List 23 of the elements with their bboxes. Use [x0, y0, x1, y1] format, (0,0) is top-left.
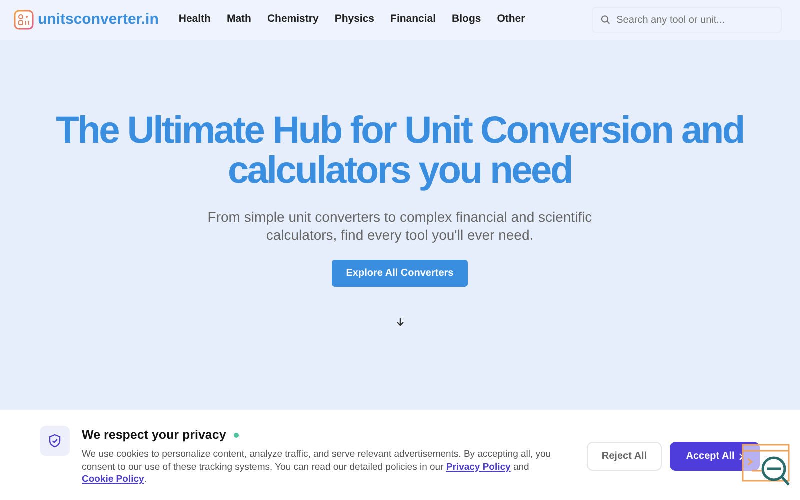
reject-button[interactable]: Reject All [587, 442, 662, 471]
nav-link[interactable]: Other [497, 12, 526, 28]
policy-link[interactable]: Privacy Policy [446, 462, 511, 473]
nav-link[interactable]: Physics [334, 12, 375, 28]
nav-link[interactable]: Math [226, 12, 252, 28]
search-field[interactable]: Search any tool or unit... [592, 7, 782, 33]
search-widget-icon[interactable] [742, 444, 792, 488]
nav-link[interactable]: Health [178, 12, 211, 28]
banner-text: We use cookies to personalize content, analyze traffic, and serve relevant advertisements. By accepting all, you consent to our use of these tracking systems. You can read our detailed policies in our Privacy Policy and Cookie Policy. [82, 448, 552, 488]
policy-link[interactable]: Cookie Policy [82, 474, 144, 486]
search-icon [601, 15, 611, 25]
nav-link[interactable]: Chemistry [267, 12, 319, 28]
shield-icon [40, 426, 70, 456]
hero-subtitle: From simple unit converters to complex financial and scientific calculators, find every tool you'll ever need. [206, 208, 594, 244]
banner-title: We respect your privacy [82, 427, 226, 444]
accept-button[interactable]: Accept All [670, 442, 760, 471]
logo-icon [14, 10, 34, 30]
search-input[interactable]: Search any tool or unit... [614, 12, 773, 28]
hero-title: The Ultimate Hub for Unit Conversion and calculators you need [55, 109, 745, 192]
nav-link[interactable]: Financial [390, 12, 436, 28]
status-dot [234, 432, 240, 438]
arrow-down-icon[interactable] [396, 318, 404, 328]
nav-link[interactable]: Blogs [452, 12, 482, 28]
